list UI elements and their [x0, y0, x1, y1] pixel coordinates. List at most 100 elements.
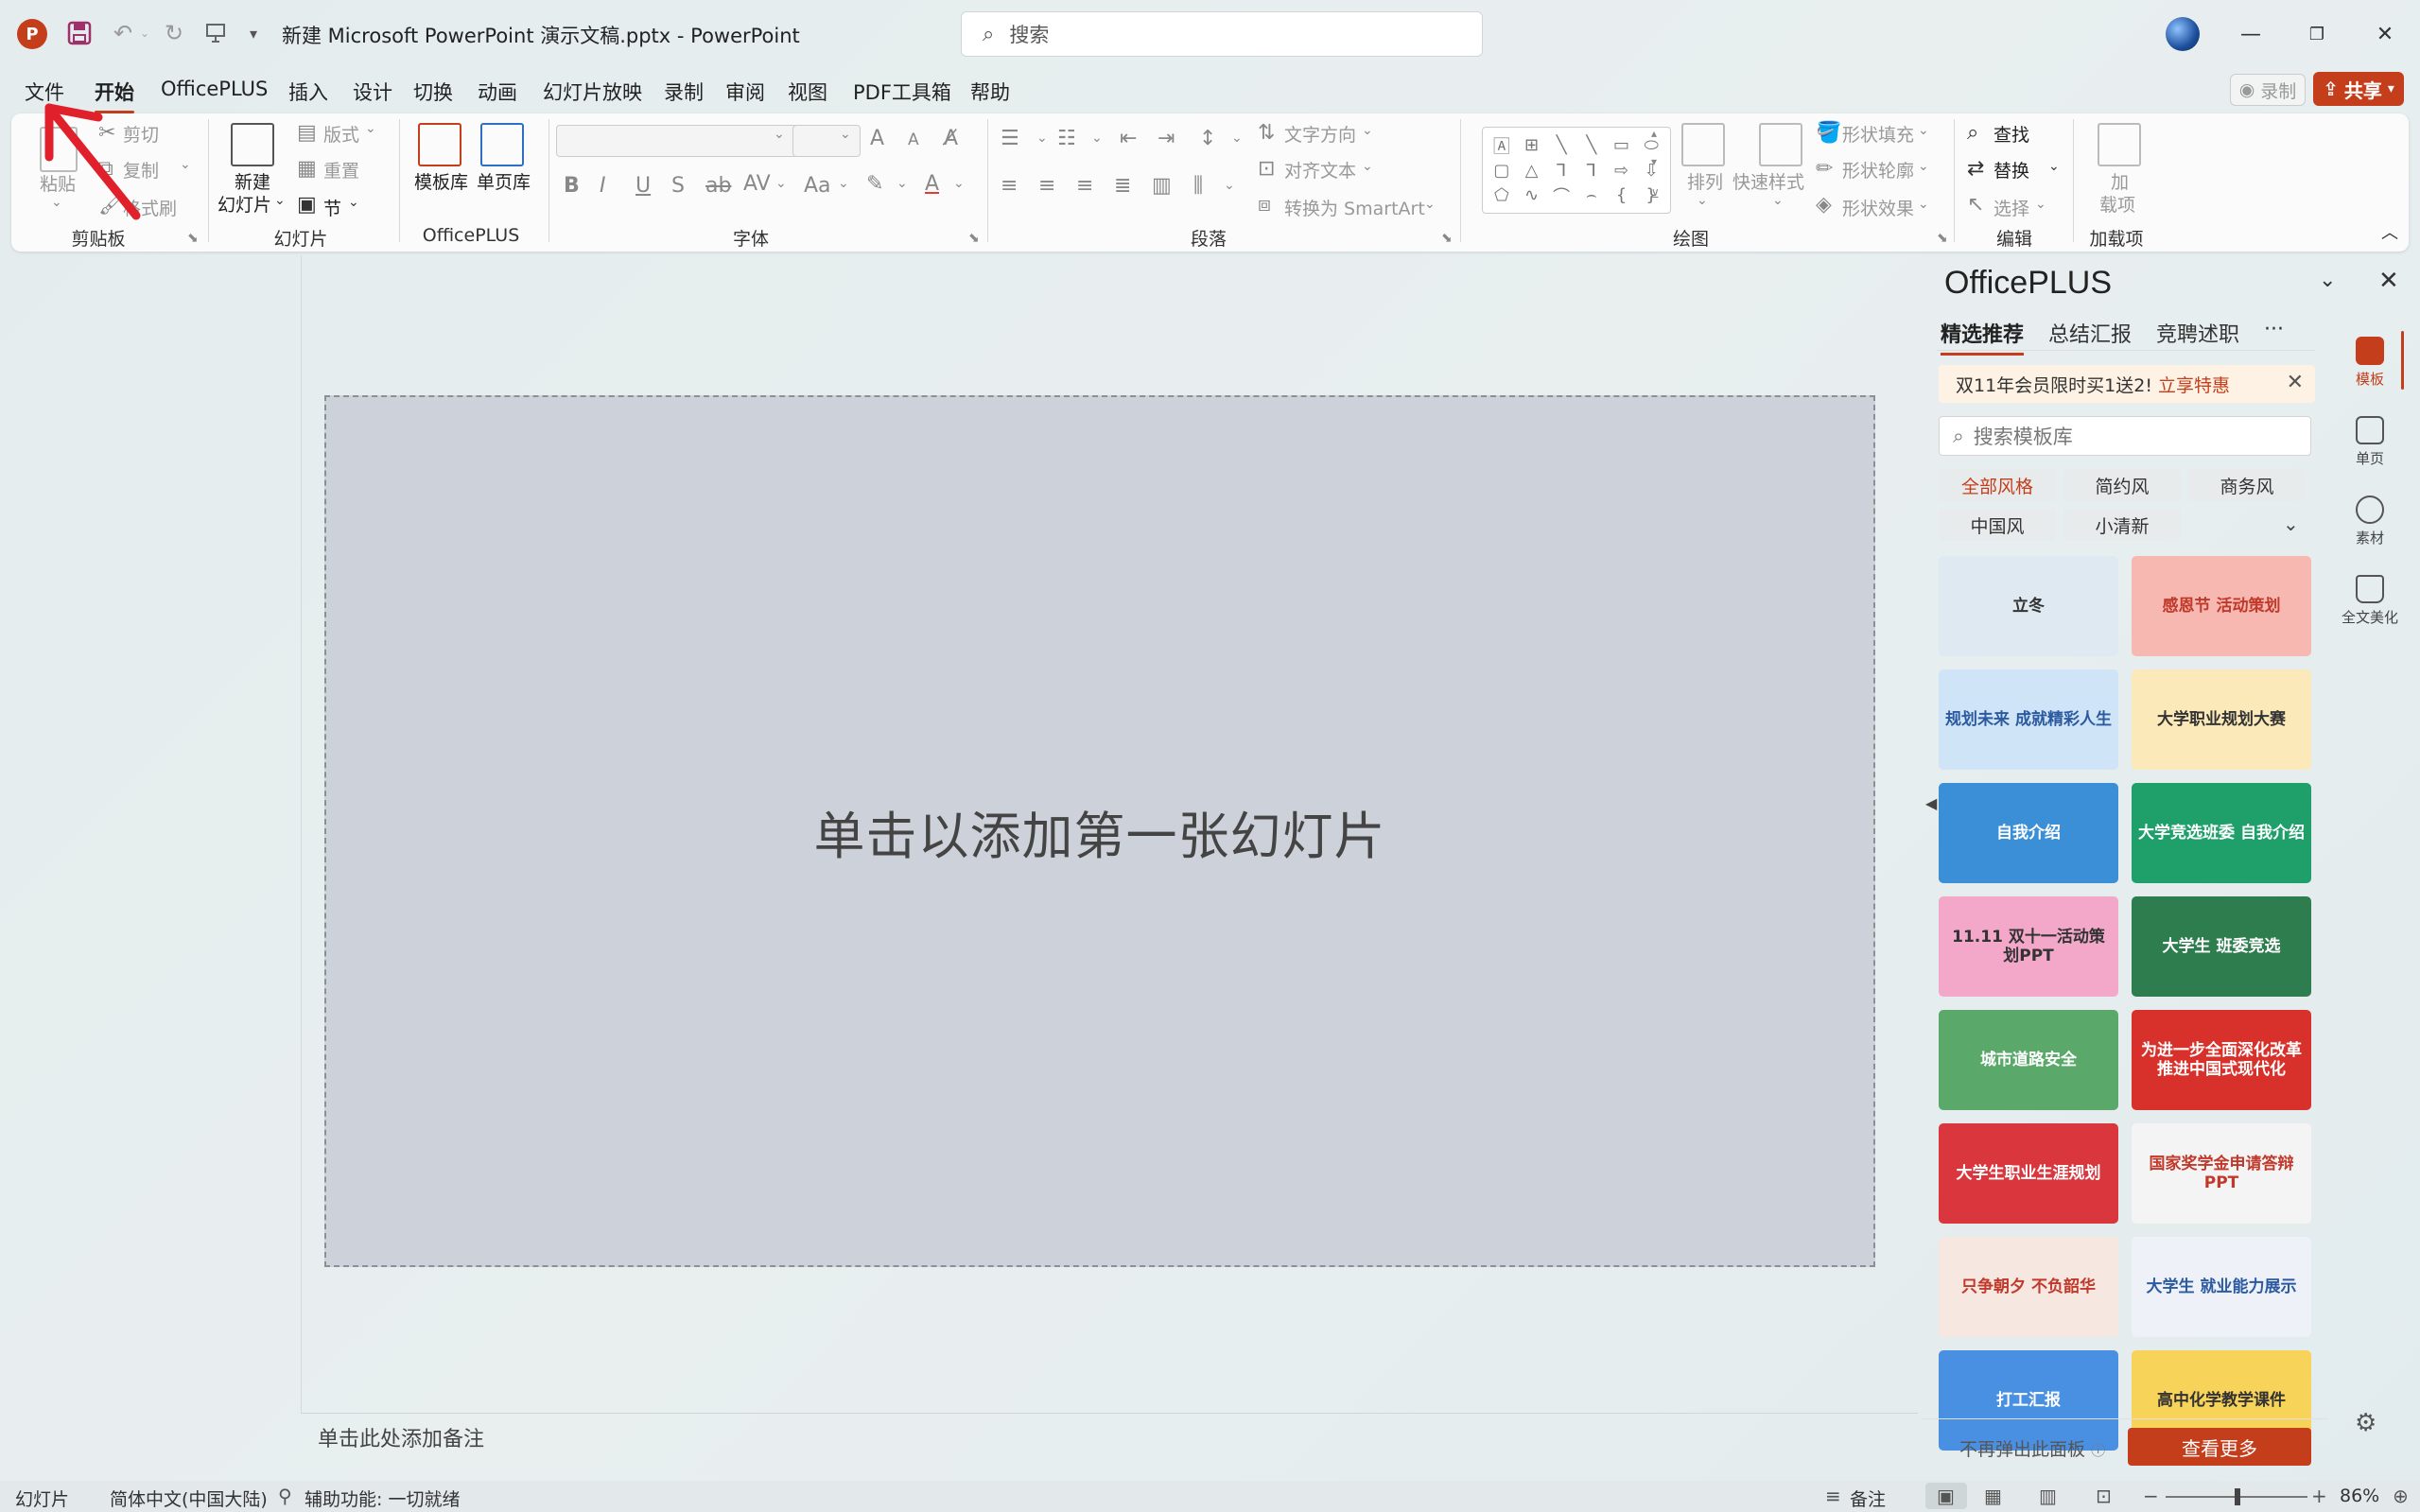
- addins-button-line2[interactable]: 载项: [2099, 191, 2135, 217]
- template-search-input[interactable]: ⌕ 搜索模板库: [1939, 416, 2311, 456]
- zoom-in-icon[interactable]: +: [2311, 1485, 2327, 1507]
- chevron-down-icon[interactable]: ⌄: [180, 157, 191, 172]
- chevron-down-icon[interactable]: ⌄: [1036, 130, 1048, 146]
- close-window-icon[interactable]: ✕: [2357, 13, 2413, 55]
- dialog-launcher-icon[interactable]: ⬊: [187, 231, 199, 246]
- arrange-button[interactable]: 排列: [1687, 168, 1723, 194]
- template-thumbnail[interactable]: 大学生 就业能力展示: [2132, 1237, 2311, 1337]
- replace-button[interactable]: 替换: [1993, 157, 2029, 182]
- share-button[interactable]: ⇪ 共享 ▾: [2313, 72, 2404, 106]
- triangle-shape-icon[interactable]: △: [1525, 161, 1539, 181]
- gallery-scroll-up-icon[interactable]: ▴: [1651, 127, 1657, 140]
- rail-item-templates[interactable]: 模板: [2336, 337, 2404, 389]
- bold-button[interactable]: B: [564, 174, 580, 198]
- chevron-down-icon[interactable]: ⌄: [2319, 269, 2336, 292]
- reset-button[interactable]: 重置: [323, 157, 359, 182]
- notes-toggle[interactable]: 备注: [1850, 1486, 1886, 1511]
- template-library-icon[interactable]: [418, 123, 461, 166]
- template-thumbnail[interactable]: 大学生职业生涯规划: [1939, 1123, 2118, 1224]
- gallery-expand-icon[interactable]: ⊻: [1651, 187, 1660, 200]
- rail-item-single-page[interactable]: 单页: [2336, 416, 2404, 468]
- chevron-down-icon[interactable]: ⌄: [348, 195, 359, 210]
- restore-icon[interactable]: ❐: [2289, 13, 2345, 55]
- connector-shape-icon[interactable]: ⅂: [1587, 161, 1596, 181]
- pane-scroll-handle-icon[interactable]: ◀: [1925, 794, 1937, 812]
- search-input[interactable]: ⌕ 搜索: [961, 11, 1483, 57]
- textbox-shape-icon[interactable]: 🄰: [1493, 133, 1510, 158]
- columns-icon[interactable]: ⫼: [1193, 174, 1203, 198]
- freeform-shape-icon[interactable]: ⬠: [1494, 185, 1509, 205]
- convert-smartart-button[interactable]: 转换为 SmartArt: [1284, 195, 1425, 220]
- promo-link[interactable]: 立享特惠: [2158, 372, 2230, 397]
- addins-button[interactable]: 加: [2111, 168, 2129, 194]
- italic-button[interactable]: I: [600, 174, 606, 198]
- menu-slideshow[interactable]: 幻灯片放映: [543, 78, 642, 106]
- close-icon[interactable]: ✕: [2287, 371, 2304, 394]
- line-shape-icon[interactable]: ╲: [1557, 135, 1567, 155]
- rail-item-beautify[interactable]: 全文美化: [2336, 575, 2404, 627]
- save-icon[interactable]: [62, 17, 96, 49]
- vertical-textbox-shape-icon[interactable]: ⊞: [1524, 135, 1539, 155]
- zoom-level[interactable]: 86%: [2340, 1486, 2379, 1506]
- chevron-down-icon[interactable]: ⌄: [1424, 197, 1436, 212]
- dialog-launcher-icon[interactable]: ⬊: [968, 231, 980, 246]
- style-chip-business[interactable]: 商务风: [2188, 469, 2306, 501]
- strikethrough-button[interactable]: ab: [705, 174, 731, 198]
- close-icon[interactable]: ✕: [2378, 267, 2399, 295]
- arrange-icon[interactable]: [1681, 123, 1725, 166]
- line-shape-icon[interactable]: ╲: [1586, 135, 1596, 155]
- arc-shape-icon[interactable]: ⌒: [1553, 183, 1570, 208]
- thumbnail-pane-divider[interactable]: [301, 255, 302, 1414]
- template-thumbnail[interactable]: 大学竞选班委 自我介绍: [2132, 783, 2311, 883]
- section-button[interactable]: 节: [323, 195, 341, 220]
- template-library-button[interactable]: 模板库: [414, 168, 468, 194]
- arrow-right-shape-icon[interactable]: ⇨: [1614, 161, 1628, 181]
- reading-view-icon[interactable]: ▥: [2039, 1485, 2057, 1507]
- rectangle-shape-icon[interactable]: ▭: [1613, 135, 1629, 155]
- underline-button[interactable]: U: [635, 174, 651, 198]
- tab-more[interactable]: ···: [2264, 318, 2284, 341]
- style-chip-simple[interactable]: 简约风: [2063, 469, 2181, 501]
- align-text-button[interactable]: 对齐文本: [1284, 157, 1356, 182]
- page-library-button[interactable]: 单页库: [477, 168, 531, 194]
- menu-transitions[interactable]: 切换: [413, 78, 453, 106]
- gear-icon[interactable]: ⚙: [2355, 1409, 2376, 1437]
- style-chip-fresh[interactable]: 小清新: [2063, 509, 2181, 541]
- template-thumbnail[interactable]: 大学职业规划大赛: [2132, 669, 2311, 770]
- menu-help[interactable]: 帮助: [970, 78, 1010, 106]
- align-center-icon[interactable]: ≡: [1038, 174, 1055, 198]
- new-slide-button-line2[interactable]: 幻灯片: [218, 191, 271, 217]
- connector-shape-icon[interactable]: ⅂: [1557, 161, 1566, 181]
- change-case-button[interactable]: Aa: [804, 174, 831, 198]
- menu-review[interactable]: 审阅: [725, 78, 765, 106]
- chevron-down-icon[interactable]: ⌄: [1091, 130, 1103, 146]
- increase-font-icon[interactable]: A: [870, 127, 884, 150]
- template-thumbnail[interactable]: 只争朝夕 不负韶华: [1939, 1237, 2118, 1337]
- template-thumbnail[interactable]: 规划未来 成就精彩人生: [1939, 669, 2118, 770]
- shape-fill-button[interactable]: 形状填充: [1842, 121, 1914, 147]
- chevron-down-icon[interactable]: ⌄: [953, 176, 965, 191]
- shape-effects-button[interactable]: 形状效果: [1842, 195, 1914, 220]
- brace-left-shape-icon[interactable]: {: [1616, 185, 1627, 205]
- notes-placeholder[interactable]: 单击此处添加备注: [318, 1422, 484, 1452]
- style-chip-chinese[interactable]: 中国风: [1939, 509, 2056, 541]
- menu-officeplus[interactable]: OfficePLUS: [161, 78, 268, 100]
- menu-record[interactable]: 录制: [664, 78, 704, 106]
- normal-view-icon[interactable]: ▣: [1937, 1485, 1955, 1507]
- view-more-button[interactable]: 查看更多: [2128, 1428, 2311, 1466]
- decrease-font-icon[interactable]: A: [908, 130, 919, 149]
- shape-outline-button[interactable]: 形状轮廓: [1842, 157, 1914, 182]
- tab-featured[interactable]: 精选推荐: [1941, 318, 2025, 356]
- font-name-combo[interactable]: [556, 125, 798, 157]
- chevron-down-icon[interactable]: ⌄: [274, 193, 286, 208]
- layout-button[interactable]: 版式: [323, 121, 359, 147]
- scribble-shape-icon[interactable]: ∿: [1524, 185, 1539, 205]
- menu-insert[interactable]: 插入: [288, 78, 328, 106]
- find-button[interactable]: 查找: [1993, 121, 2029, 147]
- quick-styles-button[interactable]: 快速样式: [1732, 168, 1804, 194]
- presenter-icon[interactable]: [199, 17, 233, 49]
- undo-dropdown-icon[interactable]: ⌄: [138, 17, 151, 49]
- style-chip-all[interactable]: 全部风格: [1939, 469, 2056, 501]
- page-library-icon[interactable]: [480, 123, 524, 166]
- gallery-scroll-down-icon[interactable]: ▾: [1651, 155, 1657, 168]
